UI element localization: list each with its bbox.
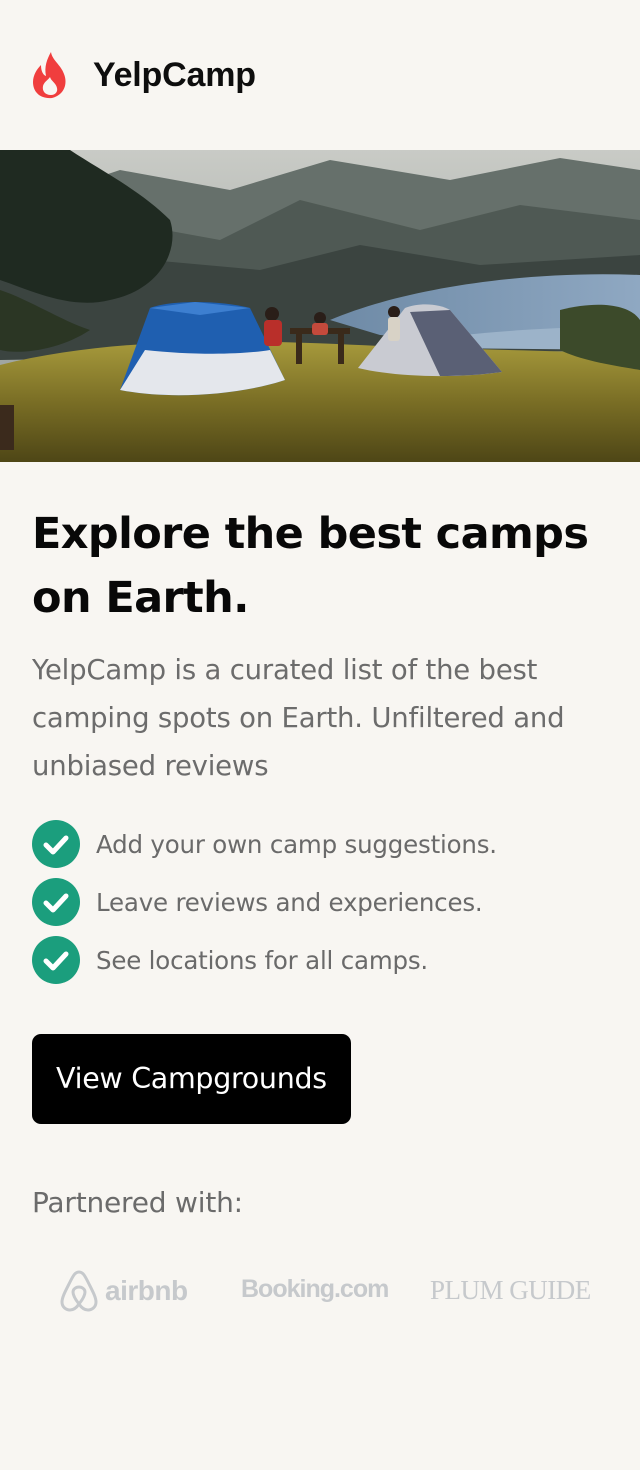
- page-title: Explore the best camps on Earth.: [32, 509, 589, 623]
- check-circle-icon: [32, 820, 80, 868]
- site-header: YelpCamp: [0, 0, 640, 150]
- brand-name[interactable]: YelpCamp: [93, 56, 256, 95]
- feature-list: Add your own camp suggestions. Leave rev…: [32, 820, 608, 984]
- check-circle-icon: [32, 936, 80, 984]
- partner-logos: airbnb Booking.com PLUM GUIDE: [32, 1239, 608, 1329]
- partners-heading: Partnered with:: [32, 1186, 243, 1219]
- airbnb-logo: airbnb: [59, 1269, 188, 1313]
- feature-label: Add your own camp suggestions.: [96, 829, 497, 859]
- feature-label: Leave reviews and experiences.: [96, 887, 483, 917]
- feature-item: Leave reviews and experiences.: [32, 878, 608, 926]
- main-content: Explore the best camps on Earth. YelpCam…: [0, 502, 640, 1329]
- airbnb-wordmark: airbnb: [105, 1275, 188, 1306]
- airbnb-logo-icon: [60, 1270, 98, 1312]
- check-circle-icon: [32, 878, 80, 926]
- view-campgrounds-button[interactable]: View Campgrounds: [32, 1034, 351, 1124]
- flame-icon[interactable]: [31, 51, 69, 99]
- booking-logo: Booking.com: [241, 1275, 389, 1303]
- feature-item: See locations for all camps.: [32, 936, 608, 984]
- feature-item: Add your own camp suggestions.: [32, 820, 608, 868]
- intro-text: YelpCamp is a curated list of the best c…: [32, 654, 565, 782]
- plum-guide-logo: PLUM GUIDE: [430, 1275, 591, 1305]
- hero-image: [0, 150, 640, 462]
- feature-label: See locations for all camps.: [96, 945, 428, 975]
